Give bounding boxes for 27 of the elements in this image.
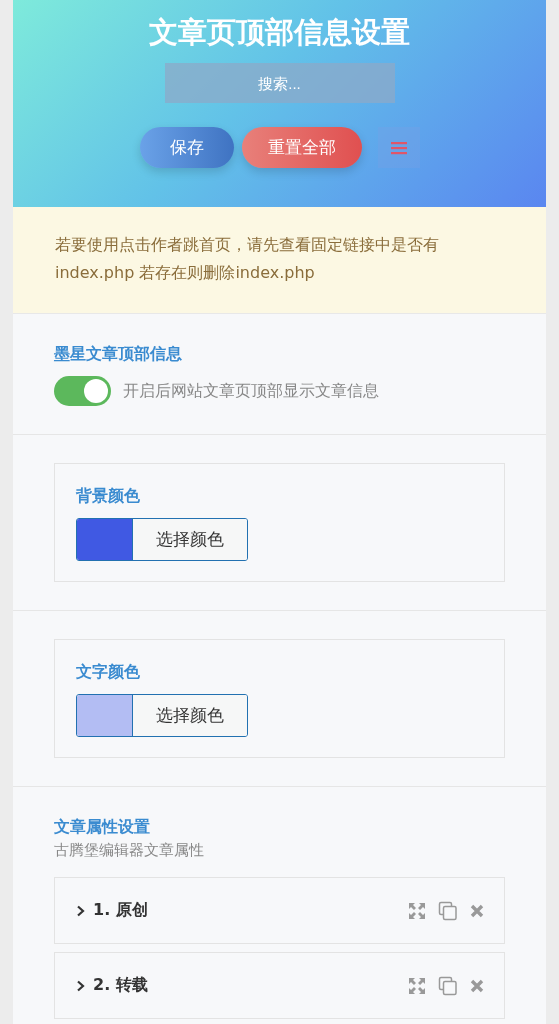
notice-text: 若要使用点击作者跳首页，请先查看固定链接中是否有index.php 若存在则删除index.php xyxy=(55,234,440,284)
menu-button[interactable] xyxy=(377,127,420,168)
color-swatch[interactable] xyxy=(77,519,132,560)
section-title: 文章属性设置 xyxy=(54,816,151,838)
section-title: 文字颜色 xyxy=(76,661,141,683)
search-field[interactable]: 搜索... xyxy=(164,63,395,103)
section-subtitle: 古腾堡编辑器文章属性 xyxy=(54,840,205,861)
toggle-switch[interactable] xyxy=(54,376,111,406)
switch-description: 开启后网站文章页顶部显示文章信息 xyxy=(123,380,379,402)
list-item[interactable]: 1. 原创 xyxy=(54,877,505,944)
copy-icon[interactable] xyxy=(438,900,458,921)
expand-icon[interactable] xyxy=(408,901,426,920)
menu-icon xyxy=(390,140,407,155)
item-label: 2. 转载 xyxy=(93,975,148,996)
color-swatch[interactable] xyxy=(77,695,132,736)
section-title: 墨星文章顶部信息 xyxy=(54,343,183,365)
list-item[interactable]: 2. 转载 xyxy=(54,952,505,1019)
expand-icon[interactable] xyxy=(408,976,426,995)
page-title: 文章页顶部信息设置 xyxy=(149,14,410,51)
choose-color-button[interactable]: 选择颜色 xyxy=(132,519,247,560)
delete-icon[interactable] xyxy=(470,978,484,993)
copy-icon[interactable] xyxy=(438,975,458,996)
delete-icon[interactable] xyxy=(470,903,484,918)
choose-color-button[interactable]: 选择颜色 xyxy=(132,695,247,736)
save-button[interactable]: 保存 xyxy=(139,127,234,168)
section-title: 背景颜色 xyxy=(76,485,141,507)
item-label: 1. 原创 xyxy=(93,900,148,921)
